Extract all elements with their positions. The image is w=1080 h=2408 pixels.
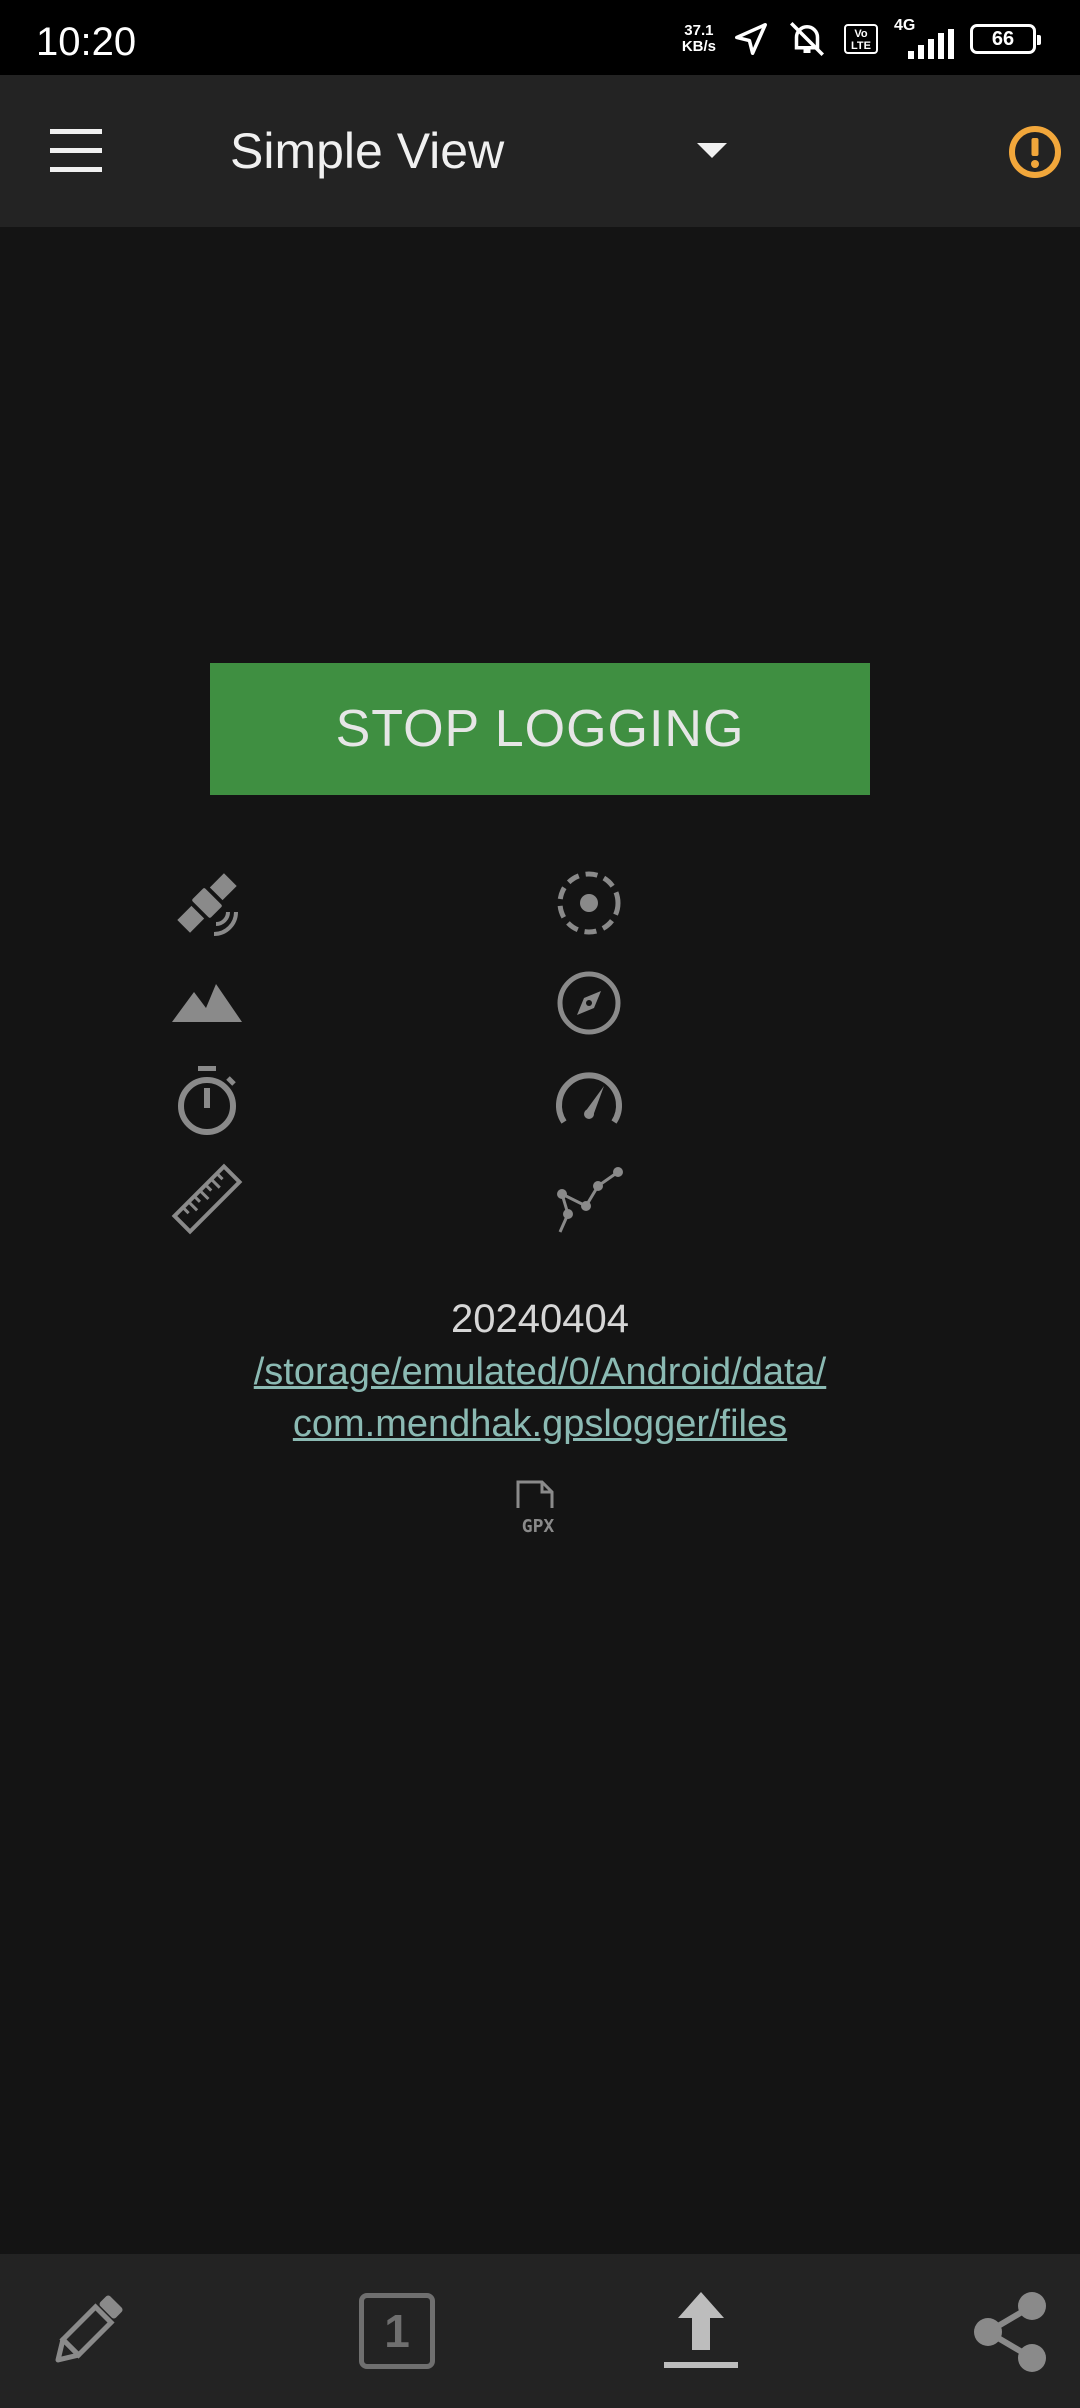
single-point-label: 1 xyxy=(359,2293,435,2369)
speed-icon xyxy=(552,1064,626,1138)
warning-icon[interactable] xyxy=(1008,125,1062,179)
points-icon xyxy=(552,1162,626,1236)
share-icon[interactable] xyxy=(966,2286,1056,2376)
altitude-icon xyxy=(170,966,244,1040)
menu-icon[interactable] xyxy=(36,123,116,179)
accuracy-icon xyxy=(552,866,626,940)
bottom-action-bar: 1 xyxy=(0,2254,1080,2408)
single-point-button[interactable]: 1 xyxy=(352,2286,442,2376)
signal-bars-icon xyxy=(908,29,954,59)
svg-text:GPX: GPX xyxy=(522,1516,555,1537)
direction-icon xyxy=(552,966,626,1040)
dropdown-arrow-icon[interactable] xyxy=(697,143,727,158)
stop-logging-button[interactable]: STOP LOGGING xyxy=(210,663,870,795)
status-time: 10:20 xyxy=(36,20,137,64)
app-toolbar: Simple View xyxy=(0,75,1080,227)
distance-icon xyxy=(170,1162,244,1236)
status-bar: 10:20 37.1 KB/s Vo LTE 4G 66 xyxy=(0,0,1080,75)
view-selector-label[interactable]: Simple View xyxy=(230,121,504,181)
upload-icon[interactable] xyxy=(656,2286,746,2376)
log-file-name: 20240404 xyxy=(451,1297,629,1341)
location-arrow-icon xyxy=(735,23,767,55)
mute-bell-icon xyxy=(790,22,824,56)
network-speed: 37.1 KB/s xyxy=(681,22,716,55)
signal-indicator: 4G xyxy=(894,17,954,59)
satellite-icon xyxy=(170,866,244,940)
log-folder-link[interactable]: /storage/emulated/0/Android/data/ com.me… xyxy=(160,1346,920,1450)
pencil-icon[interactable] xyxy=(42,2286,132,2376)
status-icons: 37.1 KB/s Vo LTE 4G 66 xyxy=(681,14,1041,64)
volte-badge: Vo LTE xyxy=(844,24,878,54)
timer-icon xyxy=(170,1064,244,1138)
battery-indicator: 66 xyxy=(970,24,1041,54)
gpx-file-icon: GPX xyxy=(510,1478,566,1538)
